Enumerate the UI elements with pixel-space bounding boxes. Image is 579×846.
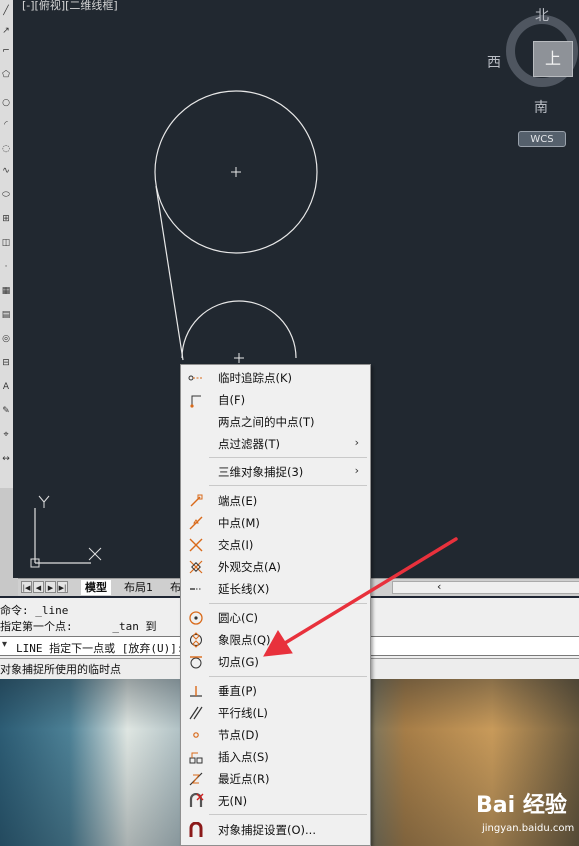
- annotation-arrow: [263, 537, 458, 657]
